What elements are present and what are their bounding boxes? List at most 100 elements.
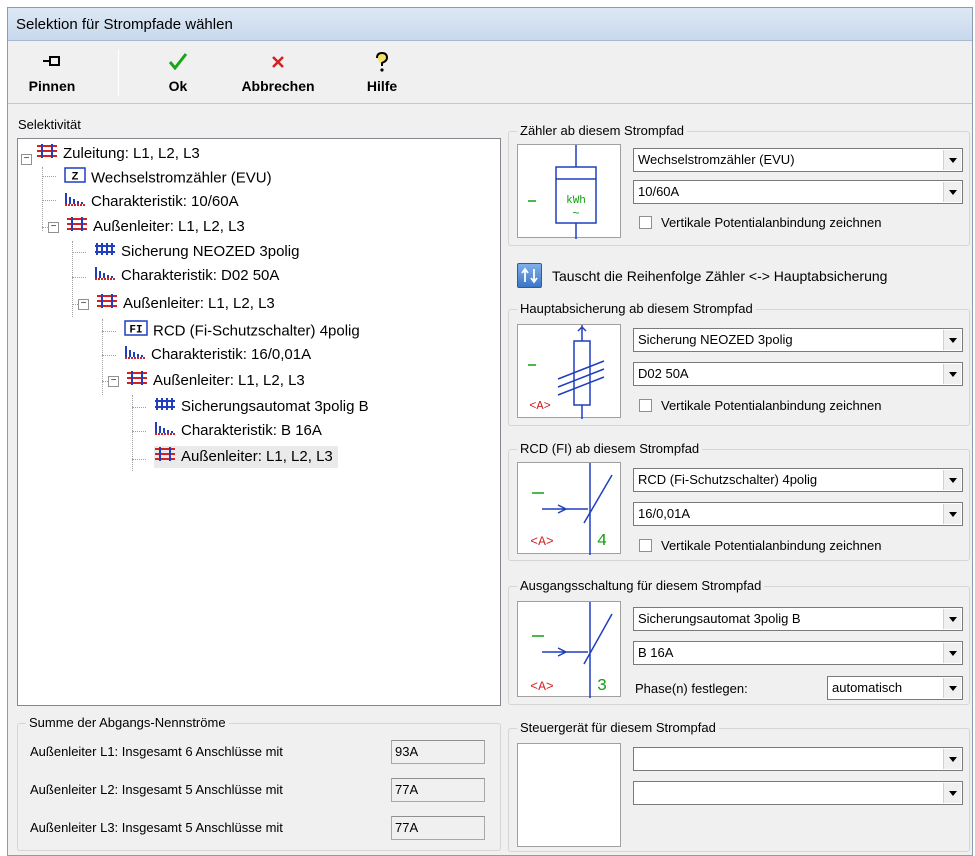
tree-item-meter[interactable]: Z Wechselstromzähler (EVU) — [64, 167, 272, 189]
tree-item-fuse[interactable]: Sicherung NEOZED 3polig — [94, 241, 299, 263]
chevron-down-icon — [943, 749, 961, 769]
phase-label: Phase(n) festlegen: — [635, 681, 748, 696]
characteristic-icon — [154, 420, 176, 442]
ok-label: Ok — [168, 78, 188, 94]
tree-collapse-toggle[interactable]: − — [108, 376, 119, 387]
help-label: Hilfe — [366, 78, 398, 94]
chevron-down-icon — [943, 182, 961, 202]
rcd-type-select[interactable]: RCD (Fi-Schutzschalter) 4polig — [633, 468, 963, 492]
busbar-icon — [36, 143, 58, 165]
chevron-down-icon — [943, 330, 961, 350]
tree-item-characteristic[interactable]: Charakteristik: 10/60A — [64, 191, 239, 213]
checkmark-icon — [150, 52, 206, 76]
tree-line — [132, 459, 146, 460]
fuse-symbol-preview: <A> — [517, 324, 621, 419]
main-fuse-rating-select[interactable]: D02 50A — [633, 362, 963, 386]
meter-group: Zähler ab diesem Strompfad kWh ~ Wechsel… — [508, 123, 970, 246]
svg-text:<A>: <A> — [529, 399, 551, 413]
cancel-button[interactable]: Abbrechen — [228, 46, 328, 100]
svg-text:FI: FI — [129, 325, 142, 337]
control-select-1[interactable] — [633, 747, 963, 771]
rcd-group: RCD (FI) ab diesem Strompfad <A> 4 RCD (… — [508, 441, 970, 561]
meter-rating-select[interactable]: 10/60A — [633, 180, 963, 204]
tree-collapse-toggle[interactable]: − — [48, 222, 59, 233]
title-bar[interactable]: Selektion für Strompfade wählen — [8, 8, 972, 41]
output-type-select[interactable]: Sicherungsautomat 3polig B — [633, 607, 963, 631]
output-rating-select[interactable]: B 16A — [633, 641, 963, 665]
tree-item-characteristic[interactable]: Charakteristik: B 16A — [154, 420, 322, 442]
tree-collapse-toggle[interactable]: − — [21, 154, 32, 165]
ok-button[interactable]: Ok — [150, 46, 206, 100]
chevron-down-icon — [943, 364, 961, 384]
chevron-down-icon — [943, 643, 961, 663]
output-symbol-icon: <A> 3 — [530, 602, 613, 698]
chevron-down-icon — [943, 470, 961, 490]
meter-vertical-checkbox[interactable]: Vertikale Potentialanbindung zeichnen — [639, 215, 881, 230]
tree-item-characteristic[interactable]: Charakteristik: 16/0,01A — [124, 344, 311, 366]
chevron-down-icon — [943, 150, 961, 170]
meter-group-title: Zähler ab diesem Strompfad — [517, 123, 688, 138]
swap-order-button[interactable] — [517, 263, 542, 288]
tree-item-conductor[interactable]: Außenleiter: L1, L2, L3 — [126, 370, 305, 392]
toolbar-separator — [118, 50, 119, 96]
svg-text:~: ~ — [572, 207, 579, 221]
tree-item-characteristic[interactable]: Charakteristik: D02 50A — [94, 265, 279, 287]
tree-line — [132, 431, 146, 432]
chevron-down-icon — [943, 609, 961, 629]
cancel-label: Abbrechen — [241, 78, 315, 94]
characteristic-icon — [94, 265, 116, 287]
svg-text:<A>: <A> — [530, 534, 554, 549]
meter-type-select[interactable]: Wechselstromzähler (EVU) — [633, 148, 963, 172]
rcd-rating-select[interactable]: 16/0,01A — [633, 502, 963, 526]
tree-item-rcd[interactable]: FI RCD (Fi-Schutzschalter) 4polig — [124, 320, 360, 342]
busbar-icon — [154, 446, 176, 468]
help-button[interactable]: Hilfe — [354, 46, 410, 100]
tree-line — [42, 200, 56, 201]
dialog-window: Selektion für Strompfade wählen Pinnen O… — [7, 7, 973, 856]
characteristic-icon — [124, 344, 146, 366]
tree-line — [72, 252, 86, 253]
sum-row-value: 77A — [391, 778, 485, 802]
busbar-icon — [66, 216, 88, 238]
chevron-down-icon — [943, 678, 961, 698]
tree-item-conductor[interactable]: Außenleiter: L1, L2, L3 — [96, 293, 275, 315]
svg-text:4: 4 — [597, 532, 607, 551]
meter-symbol-icon: kWh ~ — [528, 145, 597, 239]
selectivity-tree[interactable]: − − − − Zuleitung: L1, L2, L3 Z Wechselst… — [17, 138, 501, 706]
fuse-symbol-icon: <A> — [528, 325, 605, 419]
tree-item-breaker[interactable]: Sicherungsautomat 3polig B — [154, 396, 369, 418]
rcd-vertical-checkbox[interactable]: Vertikale Potentialanbindung zeichnen — [639, 538, 881, 553]
svg-text:Z: Z — [72, 171, 79, 183]
control-select-2[interactable] — [633, 781, 963, 805]
sum-row-value: 93A — [391, 740, 485, 764]
pin-button[interactable]: Pinnen — [16, 46, 88, 100]
toolbar: Pinnen Ok Abbrechen Hilfe — [8, 42, 972, 104]
busbar-icon — [126, 370, 148, 392]
sum-row-value: 77A — [391, 816, 485, 840]
sum-row-label: Außenleiter L2: Insgesamt 5 Anschlüsse m… — [30, 782, 283, 797]
svg-text:kWh: kWh — [566, 195, 586, 207]
tree-collapse-toggle[interactable]: − — [78, 299, 89, 310]
main-fuse-type-select[interactable]: Sicherung NEOZED 3polig — [633, 328, 963, 352]
tree-item-feeder[interactable]: Zuleitung: L1, L2, L3 — [36, 143, 200, 165]
tree-item-conductor-selected[interactable]: Außenleiter: L1, L2, L3 — [154, 446, 338, 468]
fuse-icon — [94, 241, 116, 263]
window-title: Selektion für Strompfade wählen — [16, 16, 233, 33]
tree-line — [42, 176, 56, 177]
close-icon — [228, 52, 328, 76]
svg-text:<A>: <A> — [530, 679, 554, 694]
phase-select[interactable]: automatisch — [827, 676, 963, 700]
rcd-symbol-preview: <A> 4 — [517, 462, 621, 555]
sum-group: Summe der Abgangs-Nennströme Außenleiter… — [17, 715, 501, 851]
busbar-icon — [96, 293, 118, 315]
main-fuse-vertical-checkbox[interactable]: Vertikale Potentialanbindung zeichnen — [639, 398, 881, 413]
swap-order-label: Tauscht die Reihenfolge Zähler <-> Haupt… — [552, 268, 888, 284]
sum-row-label: Außenleiter L3: Insgesamt 5 Anschlüsse m… — [30, 820, 283, 835]
control-symbol-preview — [517, 743, 621, 847]
rcd-symbol-icon: <A> 4 — [530, 463, 613, 555]
control-group-title: Steuergerät für diesem Strompfad — [517, 720, 719, 735]
tree-item-conductor[interactable]: Außenleiter: L1, L2, L3 — [66, 216, 245, 238]
pin-label: Pinnen — [28, 78, 76, 94]
tree-line — [72, 277, 86, 278]
tree-line — [102, 331, 116, 332]
